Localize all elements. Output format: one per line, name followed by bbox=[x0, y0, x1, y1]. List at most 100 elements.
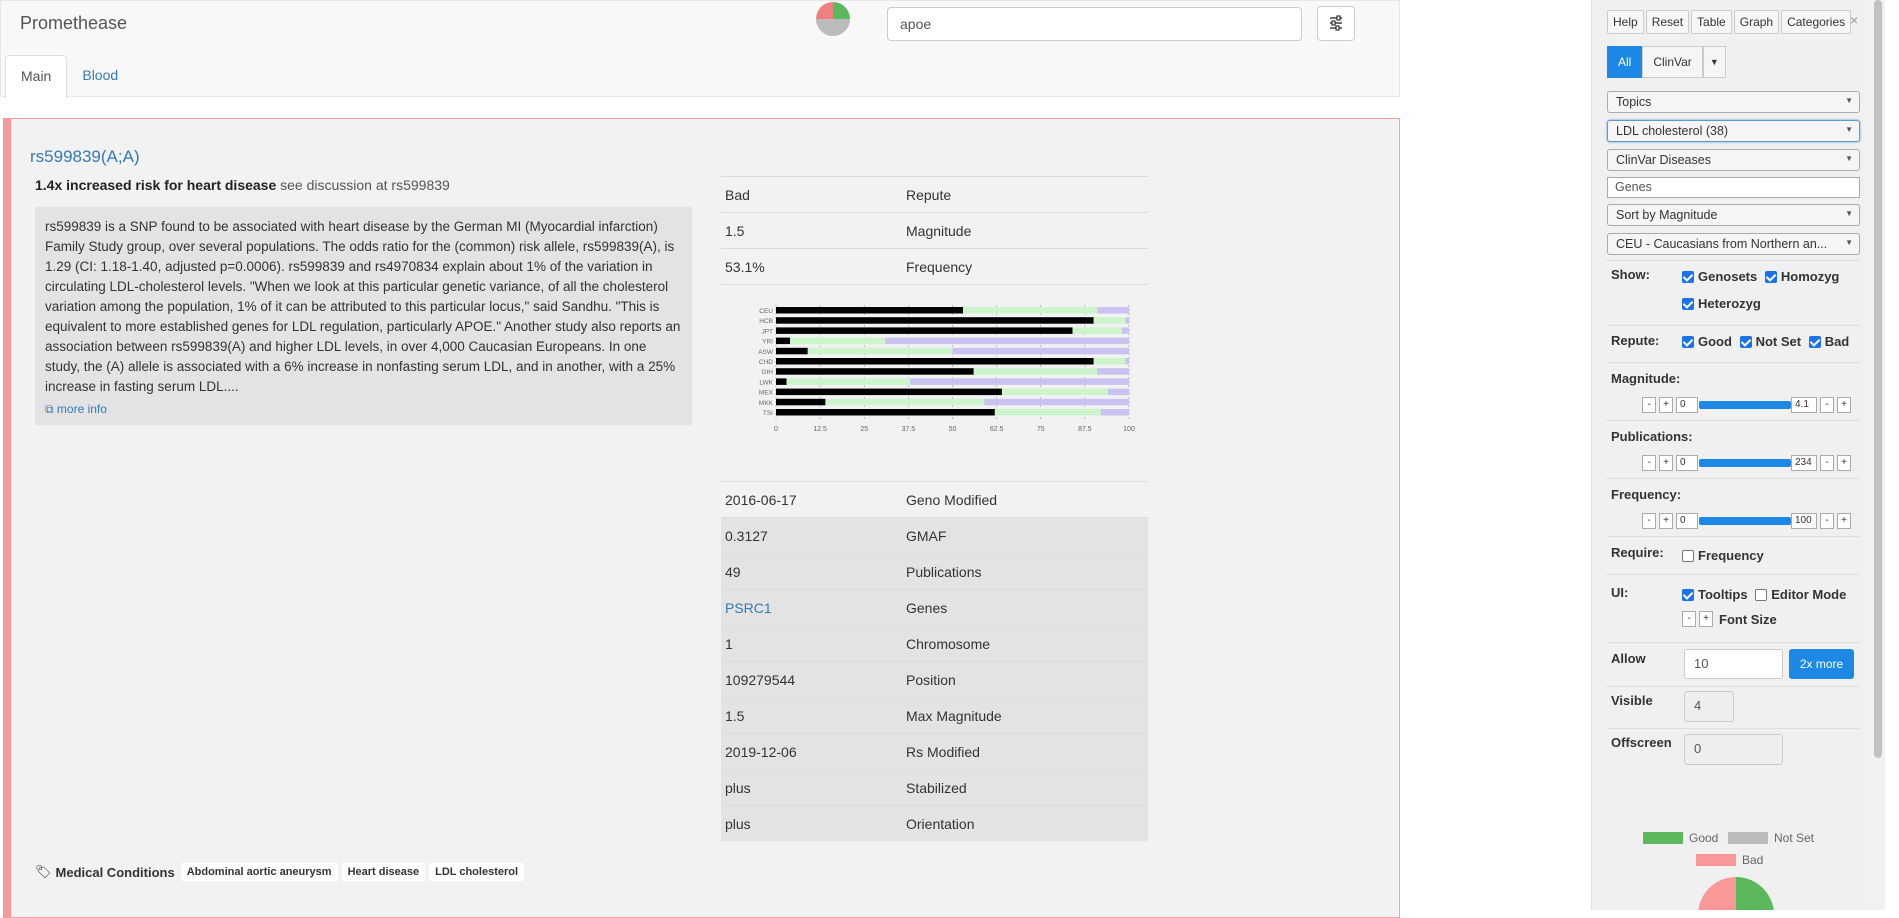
all-button[interactable]: All bbox=[1607, 46, 1643, 78]
sidebar-toolbar: Help Reset Table Graph Categories bbox=[1607, 10, 1853, 34]
bad-label: Bad bbox=[1824, 334, 1850, 349]
bar-segment bbox=[786, 378, 911, 385]
info-row-value[interactable]: PSRC1 bbox=[721, 600, 906, 616]
publications-slider[interactable]: - + 0 234 - + bbox=[1642, 455, 1851, 471]
homozyg-checkbox[interactable]: Homozyg bbox=[1764, 269, 1840, 284]
info-row-value: 53.1% bbox=[725, 258, 765, 275]
publications-min-minus[interactable]: - bbox=[1642, 455, 1656, 471]
ldl-dropdown[interactable]: LDL cholesterol (38) ▼ bbox=[1607, 120, 1860, 142]
ui-section: UI: Tooltips Editor Mode - + Font Size bbox=[1607, 574, 1860, 642]
clinvar-diseases-dropdown[interactable]: ClinVar Diseases ▼ bbox=[1607, 149, 1860, 171]
publications-min-plus[interactable]: + bbox=[1659, 455, 1673, 471]
show-options-row1: Genosets Homozyg bbox=[1682, 269, 1843, 286]
close-icon[interactable]: × bbox=[1850, 12, 1858, 28]
magnitude-track[interactable] bbox=[1699, 401, 1791, 409]
category-label: JPT bbox=[761, 328, 773, 335]
bad-checkbox[interactable]: Bad bbox=[1808, 334, 1850, 349]
ui-options: Tooltips Editor Mode bbox=[1682, 587, 1850, 604]
tab-main[interactable]: Main bbox=[5, 55, 68, 98]
tag-icon: 🏷 bbox=[35, 864, 52, 879]
clinvar-button[interactable]: ClinVar bbox=[1642, 46, 1703, 78]
info-row: 1.5 Max Magnitude bbox=[721, 697, 1148, 733]
legend-bad-label: Bad bbox=[1742, 853, 1764, 867]
magnitude-max-minus[interactable]: - bbox=[1820, 397, 1834, 413]
info-row: 1 Chromosome bbox=[721, 625, 1148, 661]
require-label: Require: bbox=[1611, 545, 1664, 560]
font-size-minus[interactable]: - bbox=[1682, 611, 1696, 627]
condition-tag[interactable]: LDL cholesterol bbox=[429, 863, 525, 881]
info-row-value: plus bbox=[725, 779, 751, 796]
require-section: Require: Frequency bbox=[1607, 536, 1860, 574]
tab-blood[interactable]: Blood bbox=[67, 55, 133, 98]
notset-checkbox[interactable]: Not Set bbox=[1739, 334, 1801, 349]
pie-chart-logo-icon[interactable] bbox=[816, 2, 850, 36]
bar-segment bbox=[984, 398, 1129, 406]
info-row: 1.5 Magnitude bbox=[721, 212, 1148, 248]
reset-button[interactable]: Reset bbox=[1645, 10, 1690, 34]
snp-title-link[interactable]: rs599839(A;A) bbox=[30, 147, 140, 167]
medical-conditions-label: Medical Conditions bbox=[55, 864, 175, 880]
frequency-chart: 0 12.5 25 37.5 50 62.5 75 87.5 100 CEU HCB JPT YRI AS… bbox=[721, 284, 1148, 481]
magnitude-min-input[interactable]: 0 bbox=[1676, 397, 1698, 413]
frequency-track[interactable] bbox=[1699, 517, 1791, 525]
population-dropdown[interactable]: CEU - Caucasians from Northern an... ▼ bbox=[1607, 233, 1860, 255]
require-frequency-checkbox[interactable]: Frequency bbox=[1682, 548, 1764, 563]
publications-max-plus[interactable]: + bbox=[1837, 455, 1851, 471]
bar-segment bbox=[994, 409, 1101, 416]
show-options-row2: Heterozyg bbox=[1682, 296, 1765, 313]
category-label: YRI bbox=[762, 339, 773, 346]
search-input[interactable] bbox=[887, 7, 1302, 41]
double-more-button[interactable]: 2x more bbox=[1789, 649, 1854, 679]
info-row-value: plus bbox=[725, 815, 751, 832]
graph-button[interactable]: Graph bbox=[1733, 10, 1780, 34]
caret-down-icon[interactable]: ▼ bbox=[1702, 46, 1726, 78]
checkbox-checked-icon bbox=[1682, 270, 1694, 283]
help-button[interactable]: Help bbox=[1607, 10, 1644, 34]
tooltips-checkbox[interactable]: Tooltips bbox=[1682, 587, 1748, 602]
publications-min-input[interactable]: 0 bbox=[1676, 455, 1698, 471]
publications-track[interactable] bbox=[1699, 459, 1791, 467]
magnitude-min-plus[interactable]: + bbox=[1659, 397, 1673, 413]
frequency-slider[interactable]: - + 0 100 - + bbox=[1642, 513, 1851, 529]
sidebar-scrollbar[interactable] bbox=[1871, 0, 1885, 910]
frequency-min-input[interactable]: 0 bbox=[1676, 513, 1698, 529]
good-checkbox[interactable]: Good bbox=[1682, 334, 1732, 349]
bar-segment bbox=[952, 347, 1129, 355]
filter-settings-button[interactable] bbox=[1317, 6, 1355, 41]
frequency-max-input[interactable]: 100 bbox=[1791, 513, 1817, 529]
font-size-plus[interactable]: + bbox=[1699, 611, 1713, 627]
frequency-min-plus[interactable]: + bbox=[1659, 513, 1673, 529]
bar-segment bbox=[776, 378, 787, 385]
legend-good: Good bbox=[1643, 831, 1718, 845]
frequency-min-minus[interactable]: - bbox=[1642, 513, 1656, 529]
chevron-down-icon: ▼ bbox=[1845, 154, 1853, 163]
brand-title[interactable]: Promethease bbox=[20, 13, 127, 34]
magnitude-slider[interactable]: - + 0 4.1 - + bbox=[1642, 397, 1851, 413]
legend-notset: Not Set bbox=[1728, 831, 1814, 845]
condition-tag[interactable]: Abdominal aortic aneurysm bbox=[180, 863, 338, 881]
frequency-max-minus[interactable]: - bbox=[1820, 513, 1834, 529]
table-button[interactable]: Table bbox=[1691, 10, 1732, 34]
frequency-max-plus[interactable]: + bbox=[1837, 513, 1851, 529]
magnitude-min-minus[interactable]: - bbox=[1642, 397, 1656, 413]
bar-segment bbox=[1125, 358, 1129, 365]
magnitude-max-input[interactable]: 4.1 bbox=[1791, 397, 1817, 413]
genes-input[interactable]: Genes bbox=[1607, 177, 1860, 198]
magnitude-max-plus[interactable]: + bbox=[1837, 397, 1851, 413]
info-row-key: Geno Modified bbox=[906, 491, 998, 508]
scrollbar-thumb[interactable] bbox=[1874, 0, 1882, 758]
homozyg-label: Homozyg bbox=[1780, 269, 1840, 284]
genosets-checkbox[interactable]: Genosets bbox=[1682, 269, 1757, 284]
publications-max-input[interactable]: 234 bbox=[1791, 455, 1817, 471]
heterozyg-checkbox[interactable]: Heterozyg bbox=[1682, 296, 1761, 311]
topics-dropdown[interactable]: Topics ▼ bbox=[1607, 91, 1860, 113]
allow-input[interactable]: 10 bbox=[1684, 649, 1783, 679]
x-tick-label: 75 bbox=[1037, 426, 1045, 433]
show-label: Show: bbox=[1611, 267, 1650, 282]
editor-mode-checkbox[interactable]: Editor Mode bbox=[1755, 587, 1846, 602]
categories-button[interactable]: Categories bbox=[1781, 10, 1852, 34]
sort-dropdown[interactable]: Sort by Magnitude ▼ bbox=[1607, 204, 1860, 226]
condition-tag[interactable]: Heart disease bbox=[341, 863, 426, 881]
publications-max-minus[interactable]: - bbox=[1820, 455, 1834, 471]
more-info-link[interactable]: ⧉ more info bbox=[45, 399, 682, 419]
